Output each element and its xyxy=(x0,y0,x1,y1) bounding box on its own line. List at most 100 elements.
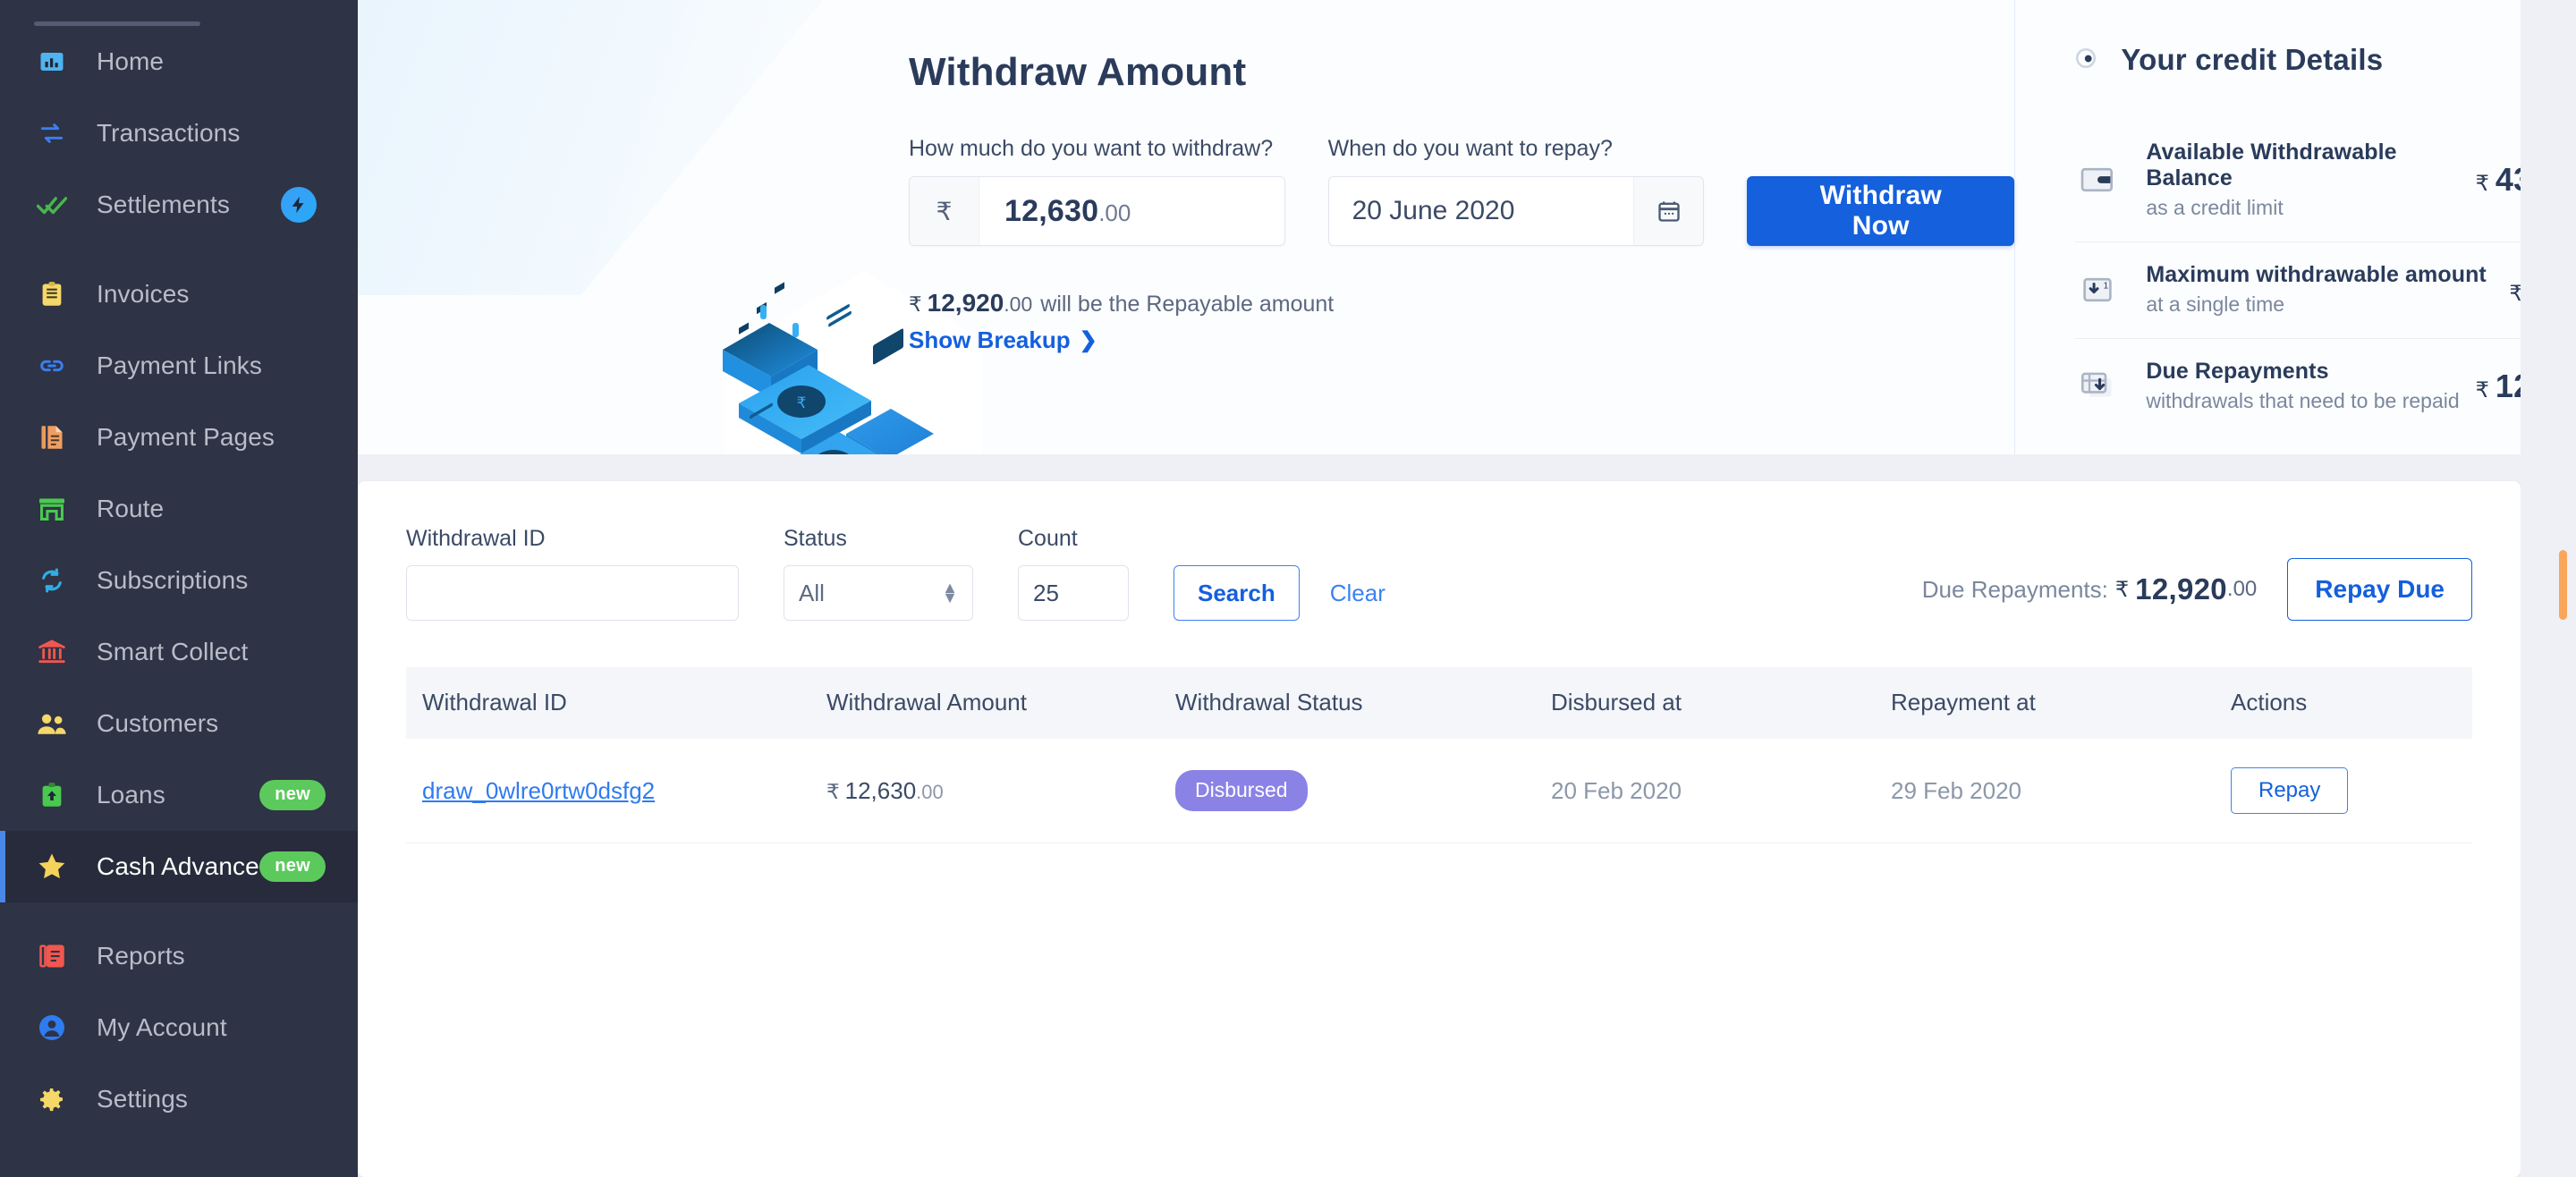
credit-details-panel: Your credit Details Available Withdrawab… xyxy=(2014,0,2576,454)
credit-row-subtitle: as a credit limit xyxy=(2146,196,2284,219)
withdrawals-table: Withdrawal ID Withdrawal Amount Withdraw… xyxy=(406,667,2472,843)
sidebar-item-settlements[interactable]: Settlements xyxy=(0,169,358,241)
repayable-amount-note: ₹ 12,920 .00 will be the Repayable amoun… xyxy=(909,289,2014,318)
withdrawal-id-input[interactable] xyxy=(406,565,739,621)
cell-withdrawal-id: draw_0wlre0rtw0dsfg2 xyxy=(406,739,826,843)
table-header-row: Withdrawal ID Withdrawal Amount Withdraw… xyxy=(406,667,2472,739)
document-icon xyxy=(34,419,70,455)
withdraw-amount-value: 12,630 .00 xyxy=(979,194,1156,229)
credit-row-available-balance: Available Withdrawable Balance as a cred… xyxy=(2074,120,2576,241)
storefront-icon xyxy=(34,491,70,527)
cell-withdrawal-status: Disbursed xyxy=(1175,739,1551,843)
scrollbar-track[interactable] xyxy=(2521,0,2576,1177)
credit-row-subtitle: at a single time xyxy=(2146,292,2285,316)
sidebar-item-label: Home xyxy=(97,47,165,75)
credit-details-header: Your credit Details xyxy=(2074,43,2576,77)
withdraw-now-button[interactable]: Withdraw Now xyxy=(1747,176,2015,246)
sidebar-item-payment-pages[interactable]: Payment Pages xyxy=(0,402,358,473)
calendar-icon[interactable] xyxy=(1633,177,1704,245)
bank-icon xyxy=(34,634,70,670)
sidebar-item-route[interactable]: Route xyxy=(0,473,358,545)
credit-currency: ₹ xyxy=(2475,172,2489,196)
col-withdrawal-amount: Withdrawal Amount xyxy=(826,689,1027,716)
col-repayment-at: Repayment at xyxy=(1891,689,2036,716)
credit-row-max-withdrawable: 1 Maximum withdrawable amount at a singl… xyxy=(2074,241,2576,338)
amount-field-group: How much do you want to withdraw? ₹ 12,6… xyxy=(909,136,1285,246)
credit-currency: ₹ xyxy=(2475,377,2489,402)
cell-repayment-at: 29 Feb 2020 xyxy=(1891,739,2231,843)
status-badge: Disbursed xyxy=(1175,770,1308,811)
cell-disbursed-at: 20 Feb 2020 xyxy=(1551,739,1891,843)
amount-field-label: How much do you want to withdraw? xyxy=(909,136,1274,161)
rupee-symbol-icon: ₹ xyxy=(910,177,979,245)
sidebar: Home Transactions Settlements Invoices P… xyxy=(0,0,358,1177)
reports-icon xyxy=(34,938,70,974)
spinner-arrows-icon: ▲ ▼ xyxy=(942,578,958,606)
withdraw-form-row: How much do you want to withdraw? ₹ 12,6… xyxy=(909,136,2015,246)
withdrawal-id-link[interactable]: draw_0wlre0rtw0dsfg2 xyxy=(422,777,655,804)
repay-date-input[interactable]: 20 June 2020 xyxy=(1327,176,1705,246)
sidebar-item-label: Cash Advance xyxy=(97,852,259,880)
double-check-icon xyxy=(34,187,70,223)
sidebar-item-loans[interactable]: Loans new xyxy=(0,759,358,831)
search-button[interactable]: Search xyxy=(1174,565,1300,621)
gear-icon xyxy=(34,1081,70,1117)
loan-upload-icon xyxy=(34,777,70,813)
sidebar-item-subscriptions[interactable]: Subscriptions xyxy=(0,545,358,616)
table-body: draw_0wlre0rtw0dsfg2 ₹ 12,630 .00 Disbur… xyxy=(406,739,2472,843)
sidebar-item-payment-links[interactable]: Payment Links xyxy=(0,330,358,402)
sidebar-item-reports[interactable]: Reports xyxy=(0,920,358,992)
app-root: Home Transactions Settlements Invoices P… xyxy=(0,0,2576,1177)
col-actions: Actions xyxy=(2231,689,2308,716)
sidebar-item-label: Loans xyxy=(97,781,165,809)
sidebar-item-smart-collect[interactable]: Smart Collect xyxy=(0,616,358,688)
withdraw-amount-input[interactable]: ₹ 12,630 .00 xyxy=(909,176,1285,246)
sidebar-item-label: Reports xyxy=(97,942,185,970)
amount-integer: 12,630 xyxy=(1004,193,1099,228)
table-row: draw_0wlre0rtw0dsfg2 ₹ 12,630 .00 Disbur… xyxy=(406,739,2472,843)
scrollbar-thumb[interactable] xyxy=(2559,550,2567,620)
filter-actions: Search Clear xyxy=(1174,565,1385,621)
cell-withdrawal-amount: ₹ 12,630 .00 xyxy=(826,739,1175,843)
sidebar-item-settings[interactable]: Settings xyxy=(0,1063,358,1135)
withdraw-hero: ₹ Withdraw Amount How much do you want t… xyxy=(358,0,2576,454)
repay-due-button[interactable]: Repay Due xyxy=(2287,558,2472,621)
sidebar-item-label: Settlements xyxy=(97,191,230,218)
show-breakup-link[interactable]: Show Breakup ❯ xyxy=(909,326,1097,354)
filter-count: Count xyxy=(1018,526,1129,621)
sidebar-item-label: Invoices xyxy=(97,280,190,308)
status-filter-label: Status xyxy=(784,526,847,551)
table-head: Withdrawal ID Withdrawal Amount Withdraw… xyxy=(406,667,2472,739)
page-title: Withdraw Amount xyxy=(909,50,1247,94)
user-circle-icon xyxy=(34,1010,70,1046)
filter-bar: Withdrawal ID Status All ▲ ▼ Count 25 Se… xyxy=(406,526,2472,621)
wallet-icon xyxy=(2074,165,2121,195)
sidebar-item-label: Transactions xyxy=(97,119,241,147)
sidebar-item-home[interactable]: Home xyxy=(0,26,358,97)
status-select-value: All xyxy=(799,579,825,606)
sidebar-item-customers[interactable]: Customers xyxy=(0,688,358,759)
sidebar-item-label: Smart Collect xyxy=(97,638,249,665)
clear-button[interactable]: Clear xyxy=(1330,565,1385,621)
exchange-arrows-icon xyxy=(34,115,70,151)
credit-row-text: Due Repayments withdrawals that need to … xyxy=(2146,359,2475,413)
repay-button[interactable]: Repay xyxy=(2231,767,2349,814)
repay-date-field-group: When do you want to repay? 20 June 2020 xyxy=(1327,136,1705,246)
col-withdrawal-id: Withdrawal ID xyxy=(422,689,567,716)
sidebar-item-transactions[interactable]: Transactions xyxy=(0,97,358,169)
sidebar-item-cash-advance[interactable]: Cash Advance new xyxy=(0,831,358,902)
status-select[interactable]: All ▲ ▼ xyxy=(784,565,973,621)
amount-wrap: ₹ 12,630 .00 xyxy=(826,777,1175,805)
clipboard-icon xyxy=(34,276,70,312)
repay-date-label: When do you want to repay? xyxy=(1327,136,1613,161)
sidebar-item-label: Payment Pages xyxy=(97,423,275,451)
count-input[interactable] xyxy=(1018,565,1129,621)
credit-row-text: Maximum withdrawable amount at a single … xyxy=(2146,262,2509,317)
credit-details-title: Your credit Details xyxy=(2121,43,2384,76)
sidebar-item-invoices[interactable]: Invoices xyxy=(0,258,358,330)
cell-currency: ₹ xyxy=(826,779,840,803)
credit-row-title: Available Withdrawable Balance xyxy=(2146,140,2397,191)
sidebar-item-label: Subscriptions xyxy=(97,566,249,594)
credit-row-text: Available Withdrawable Balance as a cred… xyxy=(2146,140,2475,220)
sidebar-item-my-account[interactable]: My Account xyxy=(0,992,358,1063)
